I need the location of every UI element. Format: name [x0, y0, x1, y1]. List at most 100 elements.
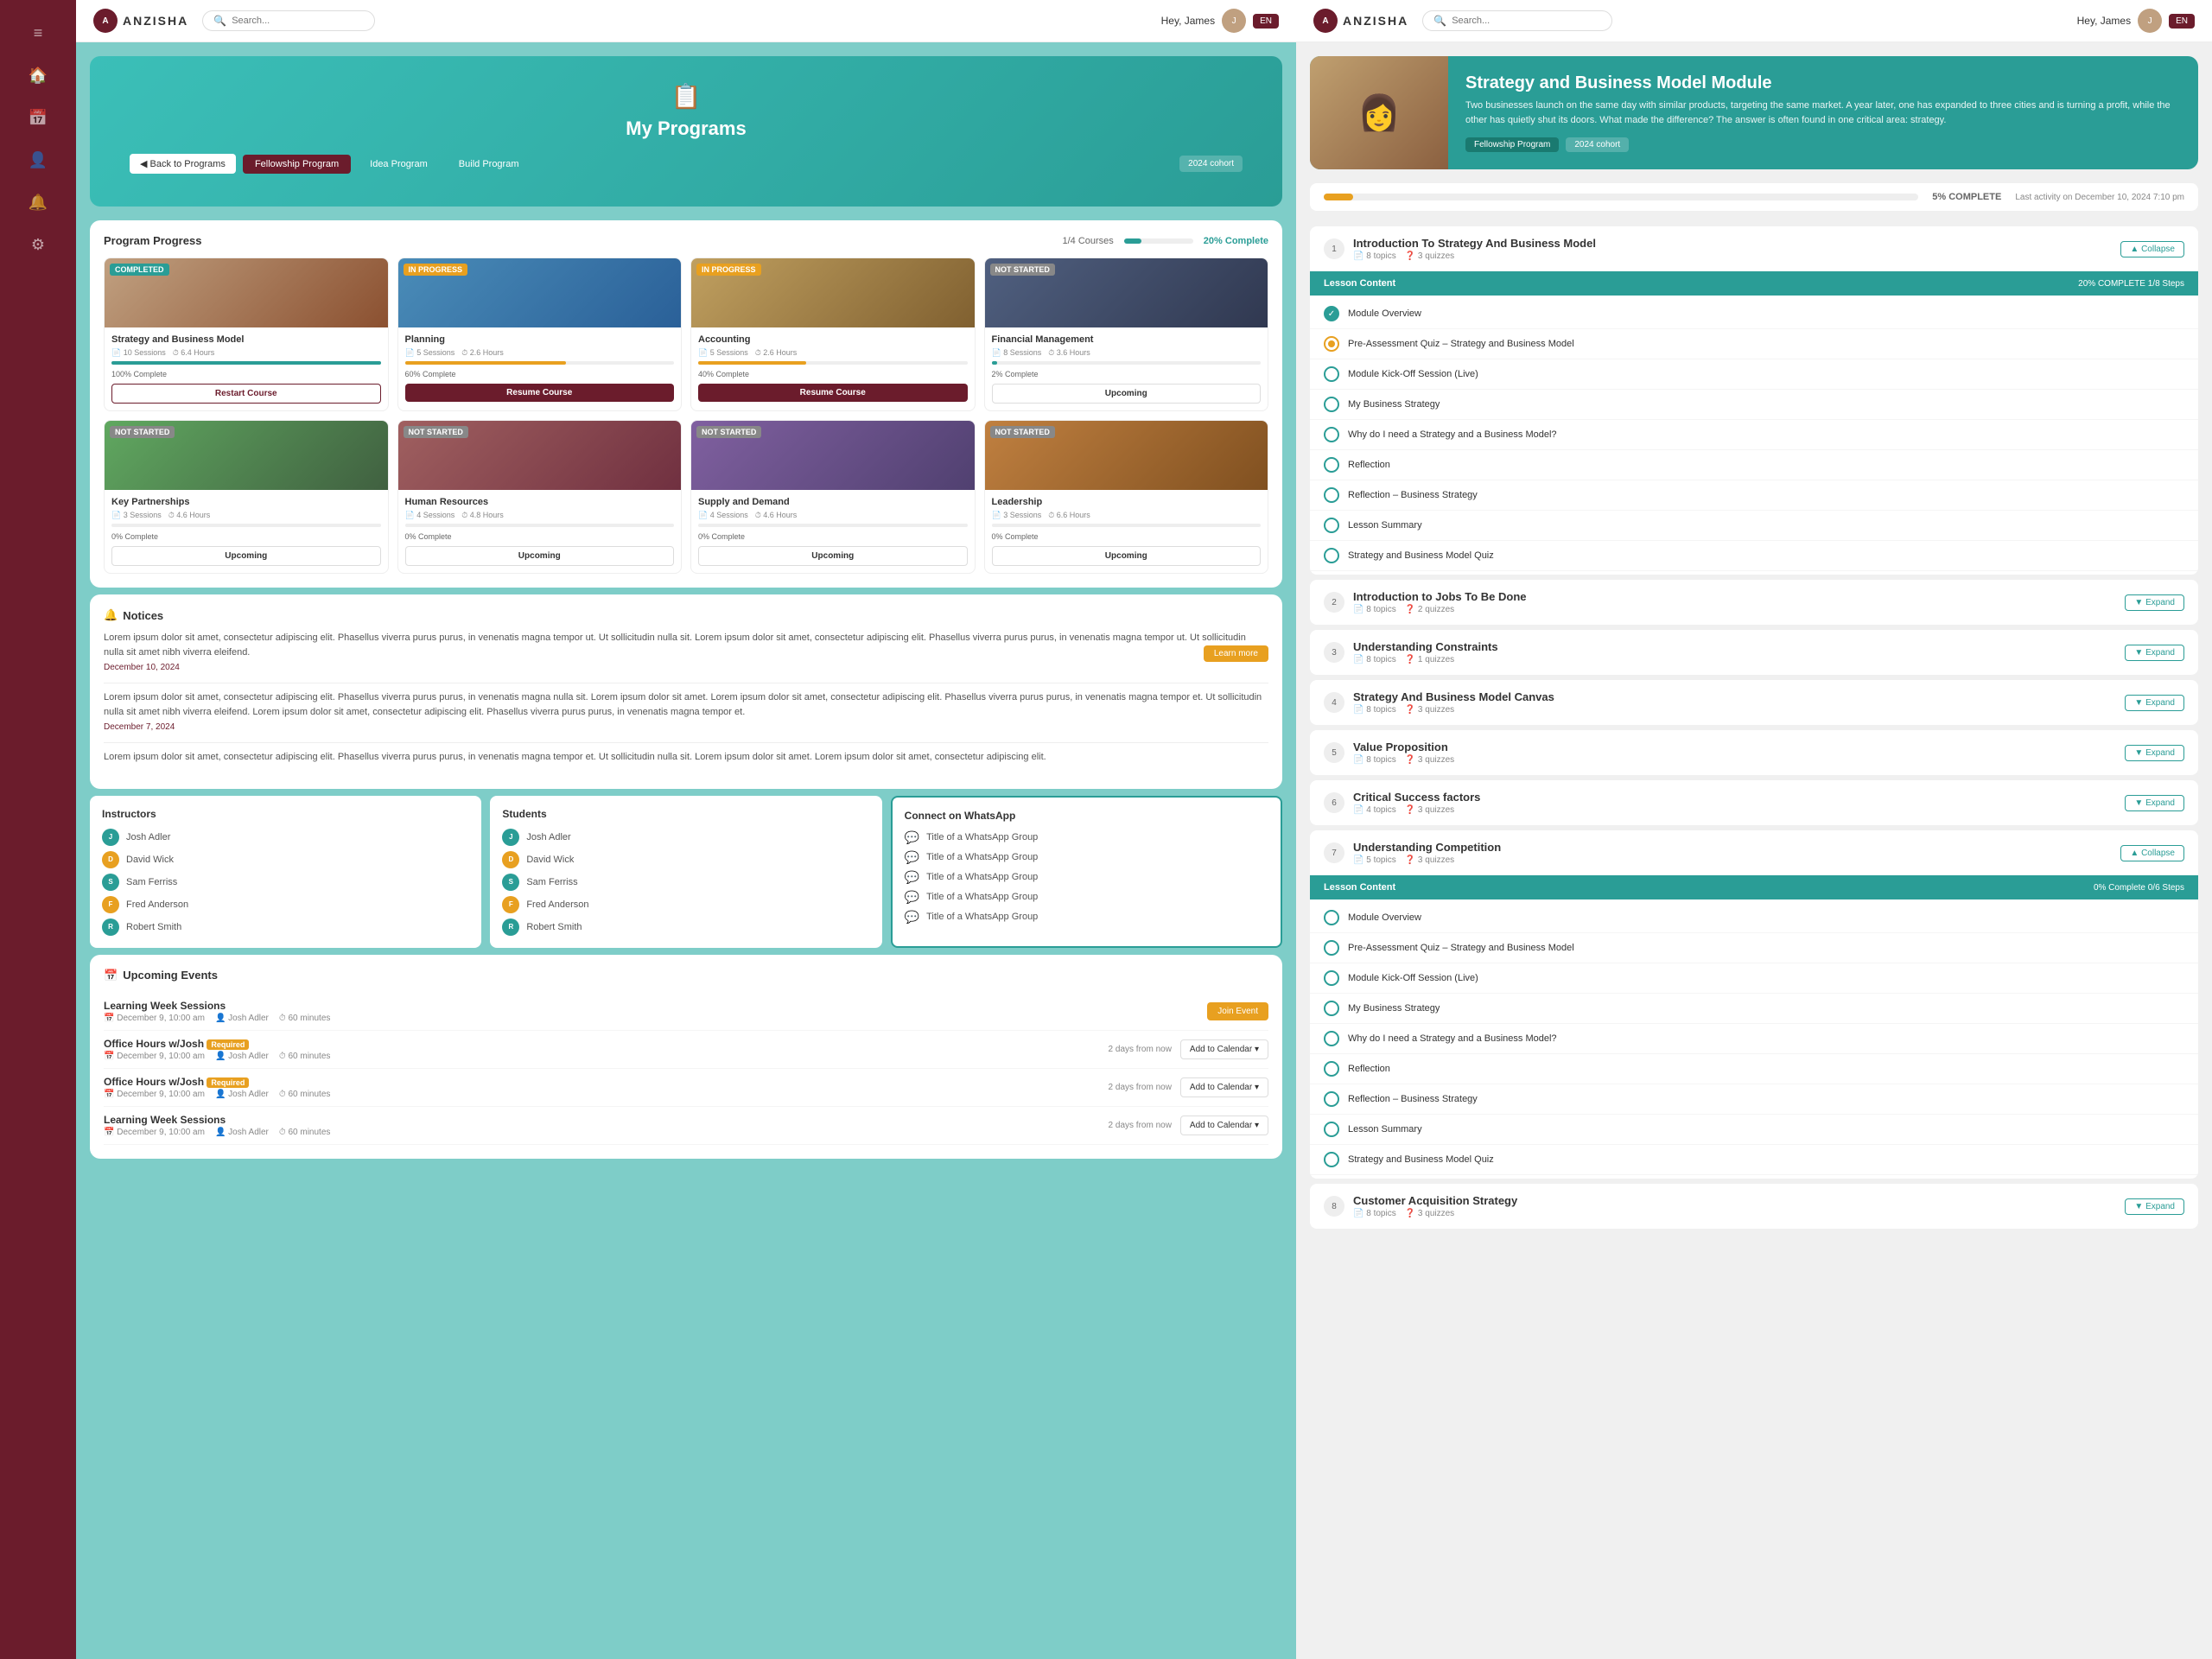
- right-top-bar: A ANZISHA 🔍 Hey, James J EN: [1296, 0, 2212, 42]
- avatar[interactable]: J: [1222, 9, 1246, 33]
- lesson-item[interactable]: Why do I need a Strategy and a Business …: [1310, 420, 2198, 450]
- whatsapp-group-item[interactable]: 💬Title of a WhatsApp Group: [905, 890, 1268, 905]
- expand-button[interactable]: ▼ Expand: [2125, 695, 2184, 711]
- settings-icon[interactable]: ⚙: [24, 226, 52, 264]
- tab-fellowship-program[interactable]: Fellowship Program: [243, 155, 351, 174]
- whatsapp-group-item[interactable]: 💬Title of a WhatsApp Group: [905, 830, 1268, 845]
- lesson-item[interactable]: Reflection: [1310, 450, 2198, 480]
- lesson-item[interactable]: Reflection – Business Strategy: [1310, 1084, 2198, 1115]
- course-action-button[interactable]: Upcoming: [111, 546, 381, 566]
- expand-button[interactable]: ▼ Expand: [2125, 745, 2184, 761]
- lesson-check-empty: [1324, 1031, 1339, 1046]
- lesson-item[interactable]: Module Kick-Off Session (Live): [1310, 963, 2198, 994]
- collapse-button[interactable]: ▲ Collapse: [2120, 845, 2184, 861]
- lesson-item[interactable]: Pre-Assessment Quiz – Strategy and Busin…: [1310, 329, 2198, 359]
- module-sections-container: 1 Introduction To Strategy And Business …: [1296, 221, 2212, 1234]
- section-header-7[interactable]: 8 Customer Acquisition Strategy 📄 8 topi…: [1310, 1184, 2198, 1229]
- back-to-programs-button[interactable]: ◀ Back to Programs: [130, 154, 236, 174]
- whatsapp-title: Connect on WhatsApp: [905, 810, 1268, 822]
- section-topics: 📄 4 topics: [1353, 805, 1396, 815]
- section-header-5[interactable]: 6 Critical Success factors 📄 4 topics ❓ …: [1310, 780, 2198, 825]
- course-thumbnail: IN PROGRESS: [398, 258, 682, 327]
- right-avatar[interactable]: J: [2138, 9, 2162, 33]
- course-action-button[interactable]: Upcoming: [992, 546, 1262, 566]
- lesson-item[interactable]: My Business Strategy: [1310, 994, 2198, 1024]
- section-header-2[interactable]: 3 Understanding Constraints 📄 8 topics ❓…: [1310, 630, 2198, 675]
- language-badge[interactable]: EN: [1253, 14, 1279, 29]
- whatsapp-icon: 💬: [905, 850, 919, 865]
- sessions-meta: 📄 5 Sessions: [698, 348, 748, 358]
- right-search-bar[interactable]: 🔍: [1422, 10, 1612, 31]
- whatsapp-group-name: Title of a WhatsApp Group: [926, 832, 1038, 842]
- course-action-button[interactable]: Resume Course: [698, 384, 968, 402]
- section-header-6[interactable]: 7 Understanding Competition 📄 5 topics ❓…: [1310, 830, 2198, 875]
- section-header-0[interactable]: 1 Introduction To Strategy And Business …: [1310, 226, 2198, 271]
- add-calendar-button[interactable]: Add to Calendar ▾: [1180, 1116, 1268, 1135]
- instructor-name: Sam Ferriss: [126, 877, 177, 887]
- lesson-name: Why do I need a Strategy and a Business …: [1348, 1033, 1557, 1044]
- search-input[interactable]: [232, 16, 364, 26]
- event-duration: ⏱ 60 minutes: [279, 1014, 331, 1023]
- right-lang-badge[interactable]: EN: [2169, 14, 2195, 29]
- lesson-name: Module Kick-Off Session (Live): [1348, 973, 1478, 983]
- add-calendar-button[interactable]: Add to Calendar ▾: [1180, 1077, 1268, 1097]
- learn-more-button[interactable]: Learn more: [1204, 645, 1268, 662]
- student-avatar: D: [502, 851, 519, 868]
- tab-idea-program[interactable]: Idea Program: [358, 155, 440, 174]
- notice-item: Lorem ipsum dolor sit amet, consectetur …: [104, 750, 1268, 765]
- lesson-item[interactable]: ✓Module Overview: [1310, 299, 2198, 329]
- tab-build-program[interactable]: Build Program: [447, 155, 531, 174]
- lesson-item[interactable]: Reflection: [1310, 1054, 2198, 1084]
- section-meta: 📄 8 topics ❓ 3 quizzes: [1353, 755, 1454, 765]
- expand-button[interactable]: ▼ Expand: [2125, 645, 2184, 661]
- module-progress-fill: [1324, 194, 1353, 200]
- expand-button[interactable]: ▼ Expand: [2125, 795, 2184, 811]
- course-action-button[interactable]: Upcoming: [992, 384, 1262, 404]
- menu-icon[interactable]: ≡: [27, 14, 50, 53]
- module-progress-row: 5% COMPLETE Last activity on December 10…: [1310, 183, 2198, 211]
- course-action-button[interactable]: Upcoming: [405, 546, 675, 566]
- course-action-button[interactable]: Restart Course: [111, 384, 381, 404]
- lesson-item[interactable]: My Business Strategy: [1310, 390, 2198, 420]
- lesson-item[interactable]: Strategy and Business Model Quiz: [1310, 541, 2198, 571]
- lesson-item[interactable]: Strategy and Business Model Quiz: [1310, 1145, 2198, 1175]
- lesson-list: Module OverviewPre-Assessment Quiz – Str…: [1310, 899, 2198, 1179]
- notice-text: Lorem ipsum dolor sit amet, consectetur …: [104, 690, 1268, 719]
- section-quizzes: ❓ 3 quizzes: [1405, 855, 1454, 865]
- section-icon: 1: [1324, 238, 1344, 259]
- notice-date: December 7, 2024: [104, 722, 1268, 732]
- whatsapp-group-item[interactable]: 💬Title of a WhatsApp Group: [905, 910, 1268, 925]
- home-icon[interactable]: 🏠: [22, 56, 54, 95]
- lesson-item[interactable]: Lesson Summary: [1310, 1115, 2198, 1145]
- collapse-button[interactable]: ▲ Collapse: [2120, 241, 2184, 257]
- whatsapp-group-item[interactable]: 💬Title of a WhatsApp Group: [905, 870, 1268, 885]
- lesson-name: Reflection: [1348, 1064, 1390, 1074]
- whatsapp-group-item[interactable]: 💬Title of a WhatsApp Group: [905, 850, 1268, 865]
- lesson-item[interactable]: Pre-Assessment Quiz – Strategy and Busin…: [1310, 933, 2198, 963]
- bell-icon[interactable]: 🔔: [22, 183, 54, 222]
- course-action-button[interactable]: Upcoming: [698, 546, 968, 566]
- event-sub: 📅 December 9, 10:00 am 👤 Josh Adler ⏱ 60…: [104, 1128, 330, 1137]
- user-icon[interactable]: 👤: [22, 141, 54, 180]
- lesson-check-empty: [1324, 397, 1339, 412]
- lesson-item[interactable]: Module Overview: [1310, 903, 2198, 933]
- right-search-input[interactable]: [1452, 16, 1601, 26]
- section-header-4[interactable]: 5 Value Proposition 📄 8 topics ❓ 3 quizz…: [1310, 730, 2198, 775]
- expand-button[interactable]: ▼ Expand: [2125, 594, 2184, 611]
- add-calendar-button[interactable]: Add to Calendar ▾: [1180, 1039, 1268, 1059]
- notice-0: Lorem ipsum dolor sit amet, consectetur …: [104, 631, 1268, 672]
- lesson-item[interactable]: Module Kick-Off Session (Live): [1310, 359, 2198, 390]
- section-topics: 📄 5 topics: [1353, 855, 1396, 865]
- calendar-icon[interactable]: 📅: [22, 99, 54, 137]
- search-bar[interactable]: 🔍: [202, 10, 375, 31]
- course-action-button[interactable]: Resume Course: [405, 384, 675, 402]
- expand-button[interactable]: ▼ Expand: [2125, 1198, 2184, 1215]
- lesson-item[interactable]: Lesson Summary: [1310, 511, 2198, 541]
- join-event-button[interactable]: Join Event: [1207, 1002, 1268, 1020]
- section-header-3[interactable]: 4 Strategy And Business Model Canvas 📄 8…: [1310, 680, 2198, 725]
- lesson-item[interactable]: Reflection – Business Strategy: [1310, 480, 2198, 511]
- section-header-1[interactable]: 2 Introduction to Jobs To Be Done 📄 8 to…: [1310, 580, 2198, 625]
- lesson-content-bar: Lesson Content 20% COMPLETE 1/8 Steps: [1310, 271, 2198, 296]
- section-topics: 📄 8 topics: [1353, 1209, 1396, 1218]
- lesson-item[interactable]: Why do I need a Strategy and a Business …: [1310, 1024, 2198, 1054]
